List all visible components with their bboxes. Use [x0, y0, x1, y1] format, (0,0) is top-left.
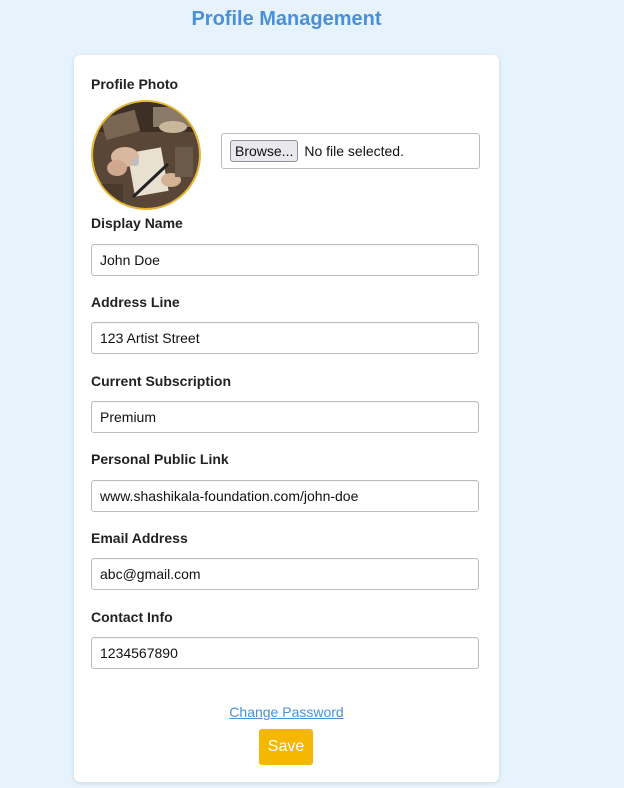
subscription-label: Current Subscription [91, 373, 232, 389]
profile-form-card: Profile Photo Browse... No file selected… [74, 55, 499, 782]
public-link-label: Personal Public Link [91, 451, 229, 467]
save-button[interactable]: Save [259, 729, 313, 765]
display-name-input[interactable] [91, 244, 479, 276]
email-label: Email Address [91, 530, 188, 546]
public-link-input[interactable] [91, 480, 479, 512]
browse-button[interactable]: Browse... [230, 140, 299, 162]
photo-file-input[interactable]: Browse... No file selected. [221, 133, 480, 169]
change-password-link[interactable]: Change Password [74, 704, 499, 720]
contact-info-input[interactable] [91, 637, 479, 669]
display-name-label: Display Name [91, 215, 183, 231]
profile-photo [91, 100, 201, 210]
email-input[interactable] [91, 558, 479, 590]
file-status-text: No file selected. [304, 143, 404, 159]
address-line-input[interactable] [91, 322, 479, 354]
address-line-label: Address Line [91, 294, 180, 310]
contact-info-label: Contact Info [91, 609, 173, 625]
page-title: Profile Management [191, 8, 382, 30]
subscription-input[interactable] [91, 401, 479, 433]
profile-photo-label: Profile Photo [91, 76, 179, 92]
